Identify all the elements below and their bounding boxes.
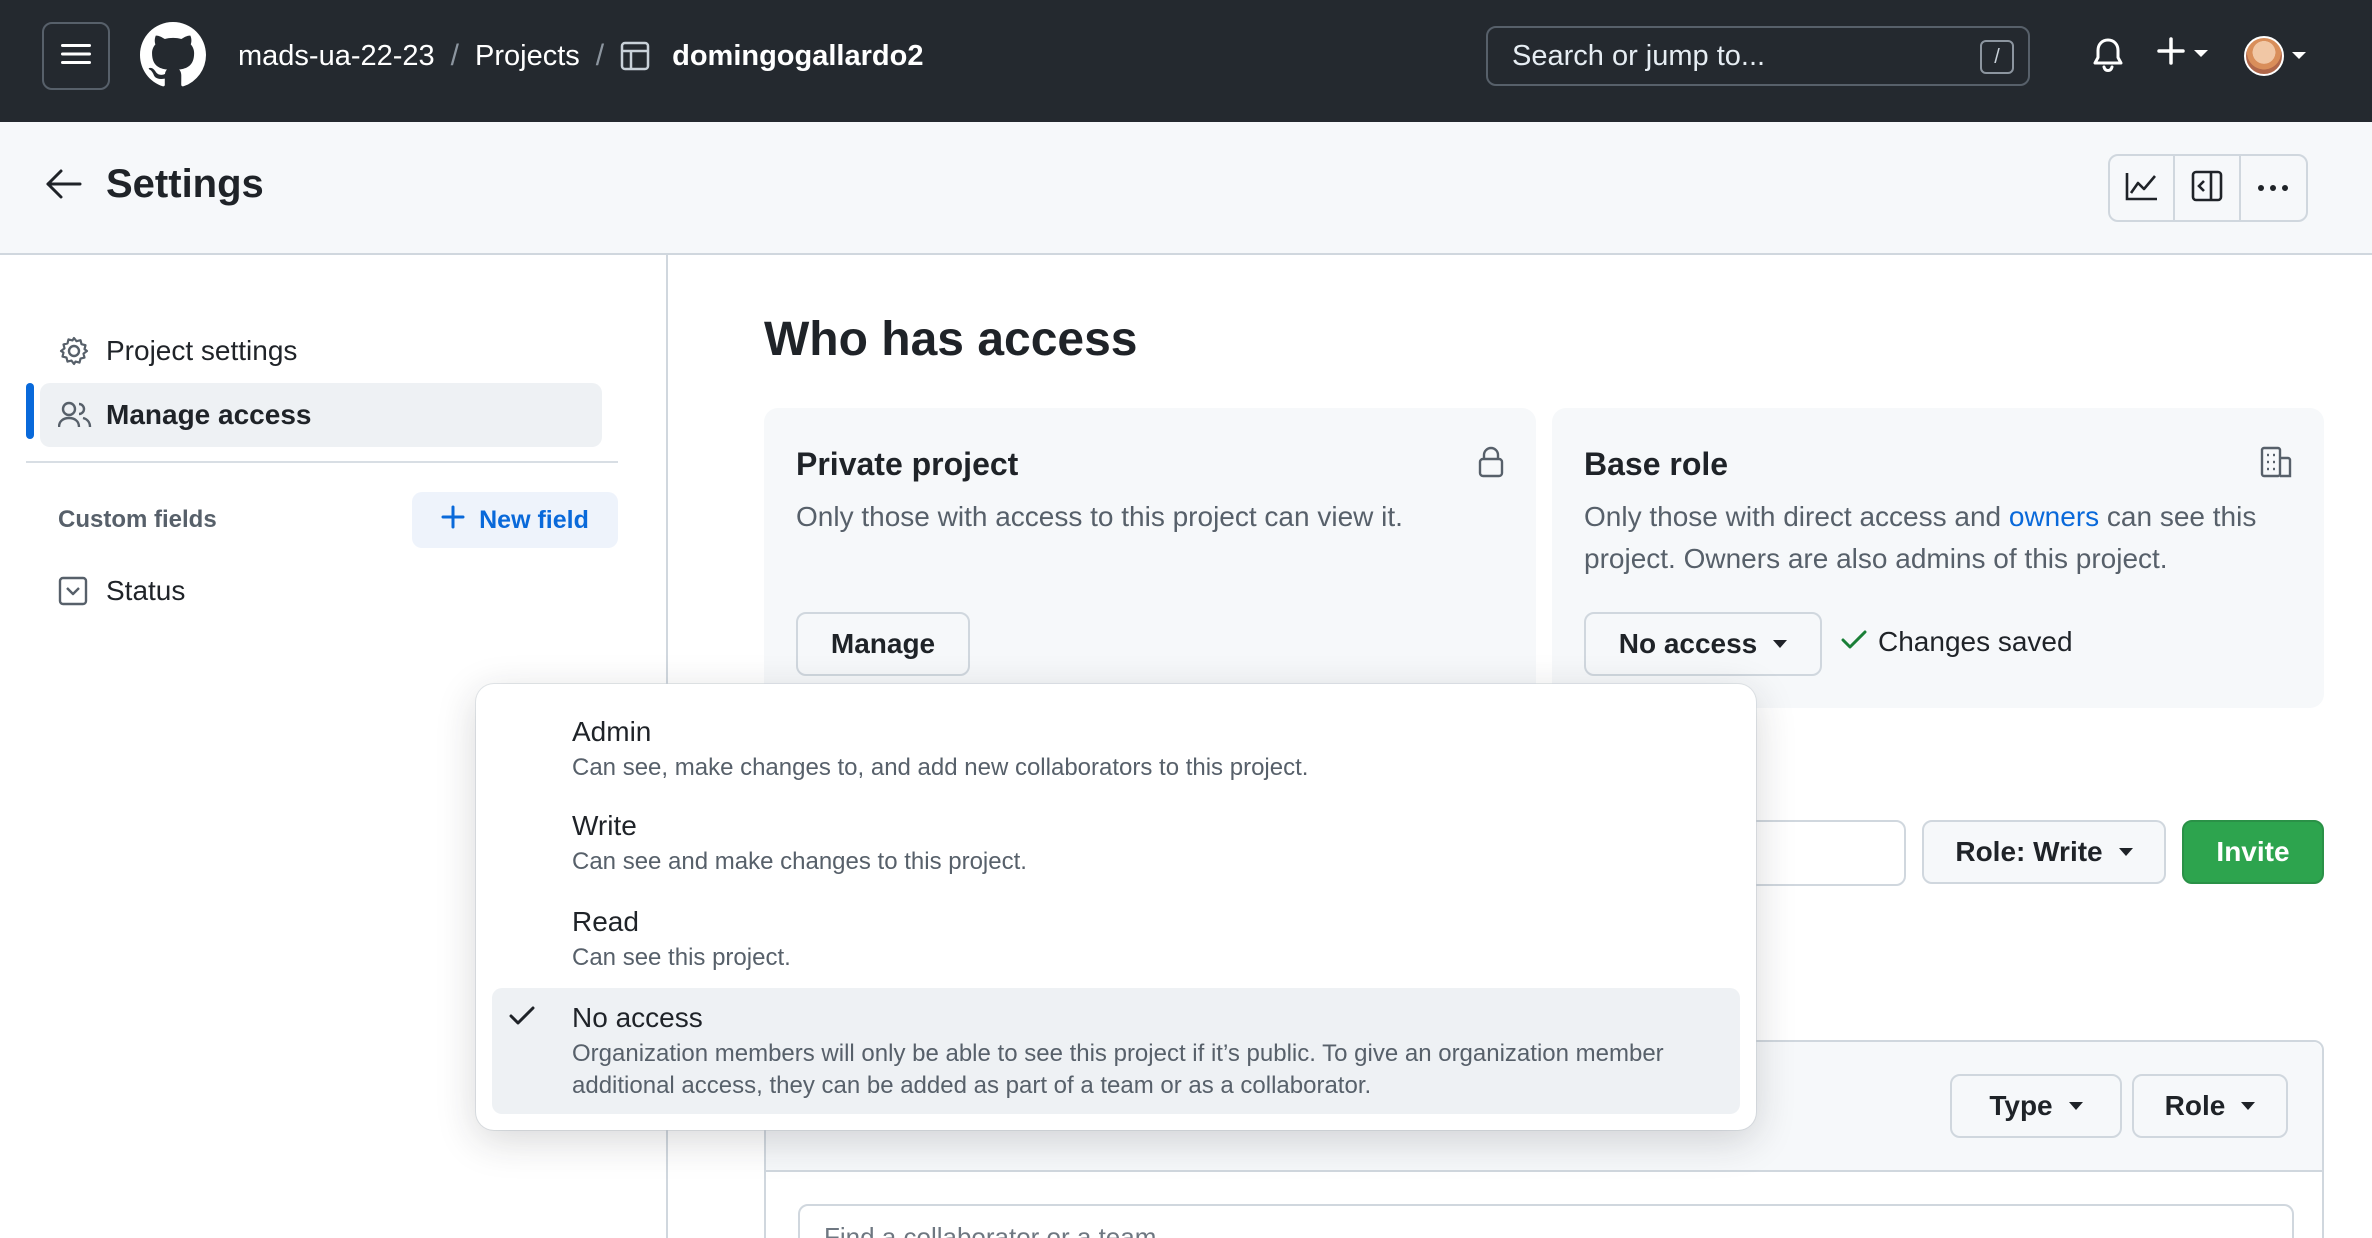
search-placeholder: Search or jump to...	[1512, 39, 1766, 72]
invite-button[interactable]: Invite	[2182, 820, 2324, 884]
card-description: Only those with direct access and owners…	[1584, 496, 2304, 580]
option-description: Can see this project.	[572, 944, 791, 971]
notifications-bell-icon[interactable]	[2090, 36, 2126, 81]
base-role-value: No access	[1618, 628, 1758, 659]
github-logo-icon[interactable]	[140, 22, 206, 88]
breadcrumb: mads-ua-22-23 / Projects / domingogallar…	[238, 34, 923, 78]
page-header: Settings	[0, 122, 2372, 255]
owners-link[interactable]: owners	[2009, 501, 2099, 532]
hamburger-icon	[61, 42, 91, 71]
role-filter-button[interactable]: Role	[2132, 1074, 2288, 1138]
sidebar-divider	[26, 461, 618, 463]
graph-icon	[2125, 171, 2159, 206]
option-description: Organization members will only be able t…	[572, 1040, 1664, 1099]
invite-role-value: Role: Write	[1955, 836, 2103, 867]
option-title: No access	[572, 1002, 703, 1033]
gear-icon	[58, 335, 94, 367]
option-title: Read	[572, 906, 639, 937]
manage-button[interactable]: Manage	[796, 612, 970, 676]
caret-down-icon	[1773, 640, 1788, 648]
breadcrumb-separator: /	[450, 39, 459, 72]
base-role-select[interactable]: No access	[1584, 612, 1822, 676]
description-text: Only those with direct access and	[1584, 501, 2009, 532]
create-new-menu[interactable]	[2156, 36, 2208, 71]
toggle-side-panel-button[interactable]	[2175, 156, 2241, 220]
option-description: Can see and make changes to this project…	[572, 848, 1027, 875]
type-filter-button[interactable]: Type	[1950, 1074, 2122, 1138]
caret-down-icon	[2292, 47, 2306, 65]
plus-icon	[441, 505, 465, 536]
check-icon	[508, 1004, 536, 1033]
active-indicator	[26, 383, 34, 439]
changes-saved-text: Changes saved	[1878, 626, 2073, 657]
card-title: Private project	[796, 446, 1019, 482]
sidebar-collapse-icon	[2191, 170, 2223, 207]
global-nav: mads-ua-22-23 / Projects / domingogallar…	[0, 0, 2372, 122]
page-title: Settings	[106, 162, 264, 206]
plus-icon	[2156, 36, 2186, 71]
search-input[interactable]: Search or jump to... /	[1486, 26, 2030, 86]
role-option-read[interactable]: Read Can see this project.	[492, 888, 1740, 978]
caret-down-icon	[2241, 1102, 2256, 1110]
role-option-no-access[interactable]: No access Organization members will only…	[492, 988, 1740, 1114]
section-title: Who has access	[764, 313, 1138, 366]
caret-down-icon	[2118, 848, 2133, 856]
lock-icon	[1478, 446, 1504, 483]
table-icon	[620, 41, 650, 71]
role-filter-label: Role	[2164, 1090, 2226, 1121]
new-field-button[interactable]: New field	[412, 492, 618, 548]
single-select-icon	[58, 576, 94, 606]
check-icon	[1840, 626, 1868, 658]
base-role-dropdown: Admin Can see, make changes to, and add …	[476, 684, 1756, 1130]
sidebar-item-label: Manage access	[106, 399, 312, 430]
changes-saved-status: Changes saved	[1840, 626, 2073, 658]
breadcrumb-org[interactable]: mads-ua-22-23	[238, 40, 435, 73]
breadcrumb-project[interactable]: domingogallardo2	[672, 40, 923, 73]
more-options-button[interactable]	[2241, 156, 2306, 220]
insights-button[interactable]	[2110, 156, 2176, 220]
caret-down-icon	[2068, 1102, 2083, 1110]
sidebar-item-label: Project settings	[106, 335, 298, 366]
custom-fields-heading: Custom fields	[58, 506, 217, 533]
breadcrumb-projects[interactable]: Projects	[475, 40, 580, 73]
sidebar-item-status[interactable]: Status	[40, 559, 602, 623]
sidebar-item-manage-access[interactable]: Manage access	[40, 383, 602, 447]
card-title: Base role	[1584, 446, 1729, 482]
avatar	[2244, 36, 2284, 76]
user-menu[interactable]	[2244, 36, 2306, 76]
invite-role-select[interactable]: Role: Write	[1922, 820, 2166, 884]
option-description: Can see, make changes to, and add new co…	[572, 754, 1309, 781]
menu-button[interactable]	[42, 22, 110, 90]
type-filter-label: Type	[1989, 1090, 2053, 1121]
option-title: Admin	[572, 716, 652, 747]
sidebar-item-project-settings[interactable]: Project settings	[40, 319, 602, 383]
find-collaborator-input[interactable]: Find a collaborator or a team	[798, 1204, 2294, 1238]
new-field-label: New field	[479, 505, 589, 534]
breadcrumb-separator: /	[595, 39, 605, 72]
role-option-admin[interactable]: Admin Can see, make changes to, and add …	[492, 696, 1740, 786]
header-actions	[2108, 154, 2308, 222]
kebab-horizontal-icon	[2257, 179, 2289, 197]
option-title: Write	[572, 810, 637, 841]
search-shortcut-key: /	[1980, 40, 2014, 74]
sidebar-item-label: Status	[106, 575, 186, 606]
people-icon	[58, 401, 94, 429]
organization-icon	[2260, 446, 2292, 483]
caret-down-icon	[2194, 45, 2208, 63]
card-description: Only those with access to this project c…	[796, 501, 1403, 532]
back-arrow-icon[interactable]	[44, 166, 84, 207]
role-option-write[interactable]: Write Can see and make changes to this p…	[492, 792, 1740, 882]
